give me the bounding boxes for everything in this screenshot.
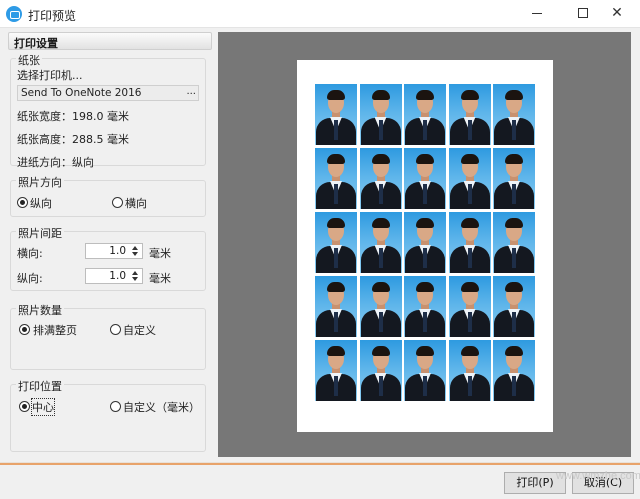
portrait-photo (493, 212, 535, 273)
window-title: 打印预览 (28, 9, 77, 23)
vertical-spacing-value: 1.0 (109, 270, 126, 282)
close-icon: ✕ (611, 5, 623, 21)
printer-value: Send To OneNote 2016 (21, 87, 142, 99)
portrait-photo (448, 212, 491, 273)
portrait-photo (448, 340, 491, 401)
paper-width-text: 纸张宽度：198.0 毫米 (17, 110, 129, 123)
print-preview-area (218, 32, 631, 457)
custom-position-radio[interactable] (110, 401, 121, 412)
portrait-photo (448, 276, 491, 337)
minimize-button[interactable] (514, 0, 560, 28)
paper-legend: 纸张 (16, 52, 42, 68)
maximize-icon (578, 8, 588, 18)
spacing-group: 照片间距 横向: 1.0 毫米 纵向: 1.0 毫米 (10, 225, 206, 291)
portrait-photo (315, 276, 357, 337)
spinner-arrows-icon[interactable] (130, 269, 140, 283)
center-radio[interactable] (19, 401, 30, 412)
portrait-photo (493, 148, 535, 209)
portrait-photo (448, 84, 491, 145)
position-legend: 打印位置 (16, 378, 64, 394)
custom-position-label[interactable]: 自定义（毫米） (123, 399, 200, 415)
feed-direction-text: 进纸方向：纵向 (17, 156, 94, 169)
horizontal-spacing-label: 横向: (17, 247, 43, 260)
horizontal-spacing-value: 1.0 (109, 245, 126, 257)
portrait-photo (493, 84, 535, 145)
bottom-bar: 打印(P) 取消(C) (0, 462, 640, 499)
paper-group: 纸张 选择打印机... Send To OneNote 2016 ... 纸张宽… (10, 52, 206, 169)
portrait-photo (315, 340, 357, 401)
fill-page-label[interactable]: 排满整页 (33, 322, 77, 338)
portrait-photo (493, 340, 535, 401)
portrait-photo (404, 276, 446, 337)
portrait-photo (404, 212, 446, 273)
watermark: www.wmzhe.com (556, 470, 640, 482)
vertical-spacing-label: 纵向: (17, 272, 43, 285)
portrait-photo (315, 148, 357, 209)
printer-field[interactable]: Send To OneNote 2016 ... (17, 85, 199, 101)
select-printer-link[interactable]: 选择打印机... (17, 67, 83, 83)
portrait-photo (404, 84, 446, 145)
portrait-label[interactable]: 纵向 (30, 195, 52, 211)
portrait-photo (359, 84, 402, 145)
portrait-photo (404, 148, 446, 209)
quantity-group: 照片数量 排满整页 自定义 (10, 302, 206, 370)
vertical-spacing-spinner[interactable]: 1.0 (85, 268, 143, 284)
browse-printer-button[interactable]: ... (186, 86, 196, 97)
landscape-label[interactable]: 横向 (125, 195, 147, 211)
center-label[interactable]: 中心 (31, 398, 55, 416)
portrait-radio[interactable] (17, 197, 28, 208)
close-button[interactable]: ✕ (594, 0, 640, 28)
horizontal-spacing-unit: 毫米 (149, 247, 171, 260)
portrait-photo (359, 148, 402, 209)
accent-line (0, 463, 640, 465)
custom-quantity-radio[interactable] (110, 324, 121, 335)
orientation-legend: 照片方向 (16, 174, 64, 190)
position-group: 打印位置 中心 自定义（毫米） (10, 378, 206, 452)
paper-preview (297, 60, 553, 432)
fill-page-radio[interactable] (19, 324, 30, 335)
portrait-photo (404, 340, 446, 401)
portrait-photo (359, 212, 402, 273)
spinner-arrows-icon[interactable] (130, 244, 140, 258)
portrait-photo (448, 148, 491, 209)
app-icon (6, 6, 22, 22)
spacing-legend: 照片间距 (16, 225, 64, 241)
horizontal-spacing-spinner[interactable]: 1.0 (85, 243, 143, 259)
portrait-photo (493, 276, 535, 337)
panel-header: 打印设置 (8, 32, 212, 50)
paper-height-text: 纸张高度：288.5 毫米 (17, 133, 129, 146)
portrait-photo (359, 276, 402, 337)
portrait-photo (315, 212, 357, 273)
landscape-radio[interactable] (112, 197, 123, 208)
minimize-icon (532, 12, 542, 14)
custom-quantity-label[interactable]: 自定义 (123, 322, 156, 338)
title-bar: 打印预览 ✕ (0, 0, 640, 28)
quantity-legend: 照片数量 (16, 302, 64, 318)
portrait-photo (359, 340, 402, 401)
photo-grid (315, 84, 535, 402)
print-settings-panel: 打印设置 纸张 选择打印机... Send To OneNote 2016 ..… (8, 32, 212, 456)
vertical-spacing-unit: 毫米 (149, 272, 171, 285)
portrait-photo (315, 84, 357, 145)
orientation-group: 照片方向 纵向 横向 (10, 174, 206, 217)
